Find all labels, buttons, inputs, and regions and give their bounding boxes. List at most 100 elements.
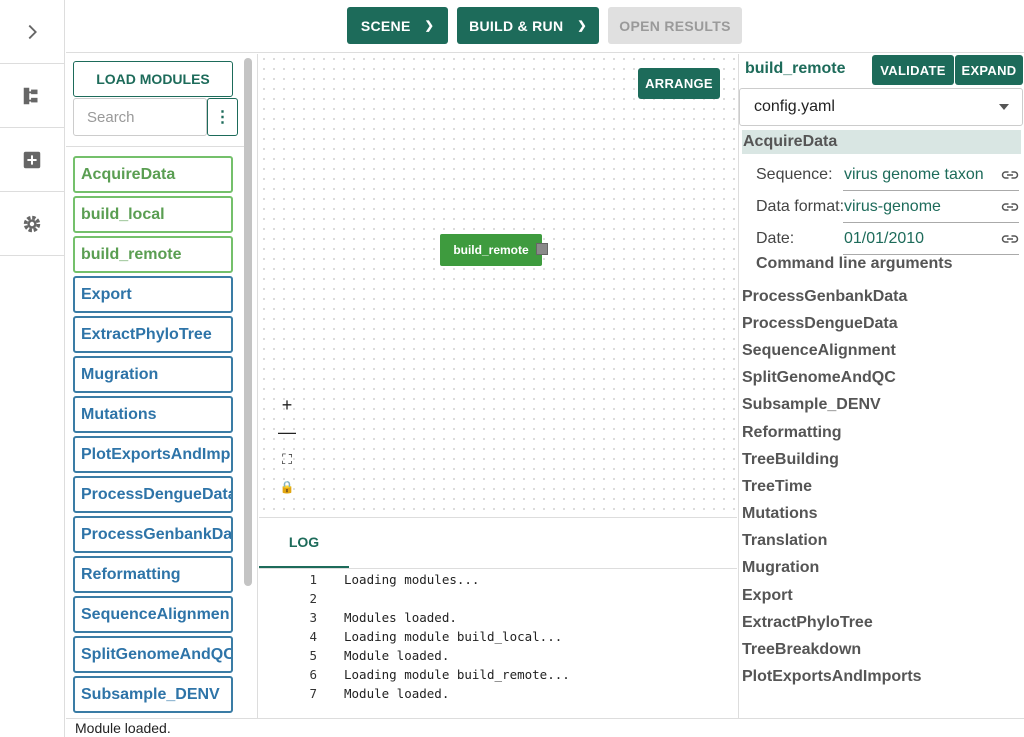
graph-node-build-remote[interactable]: build_remote xyxy=(440,234,542,266)
tree-view-button[interactable] xyxy=(0,64,64,128)
tab-log[interactable]: LOG xyxy=(259,518,349,568)
open-results-button[interactable]: OPEN RESULTS xyxy=(608,7,742,44)
log-line: 3 Modules loaded. xyxy=(259,608,570,627)
node-port[interactable] xyxy=(536,243,548,255)
module-button[interactable]: Mugration xyxy=(73,356,233,393)
rule-section[interactable]: SequenceAlignment xyxy=(742,337,922,364)
module-button[interactable]: SequenceAlignmen xyxy=(73,596,233,633)
param-value-input[interactable]: virus-genome xyxy=(844,198,994,216)
param-label: Sequence: xyxy=(756,166,833,183)
log-line: 7 Module loaded. xyxy=(259,684,570,703)
section-header-acquiredata[interactable]: AcquireData xyxy=(742,130,1021,154)
status-bar: Module loaded. xyxy=(66,718,1024,737)
param-value-input[interactable]: virus genome taxon xyxy=(844,166,994,184)
log-text: Loading module build_local... xyxy=(344,629,563,644)
chevron-down-icon: ❯ xyxy=(424,20,435,32)
build-run-menu-button[interactable]: BUILD & RUN ❯ xyxy=(457,7,599,44)
rule-section[interactable]: ProcessDengueData xyxy=(742,310,922,337)
rule-section[interactable]: Export xyxy=(742,582,922,609)
log-text: Loading modules... xyxy=(344,572,480,587)
chevron-right-icon xyxy=(28,24,37,39)
log-panel: LOG 1 Loading modules... 2 3 Modules loaded.… xyxy=(259,517,737,718)
module-button[interactable]: Reformatting xyxy=(73,556,233,593)
log-line: 1 Loading modules... xyxy=(259,570,570,589)
log-line: 2 xyxy=(259,589,570,608)
module-button[interactable]: ProcessGenbankDa xyxy=(73,516,233,553)
command-line-arguments[interactable]: Command line arguments xyxy=(756,255,952,273)
module-button[interactable]: AcquireData xyxy=(73,156,233,193)
rule-section[interactable]: TreeBreakdown xyxy=(742,636,922,663)
rule-section[interactable]: TreeTime xyxy=(742,473,922,500)
rule-section[interactable]: ExtractPhyloTree xyxy=(742,609,922,636)
log-line: 4 Loading module build_local... xyxy=(259,627,570,646)
divider xyxy=(66,146,246,147)
search-input[interactable]: Search xyxy=(73,98,207,136)
left-rail xyxy=(0,0,65,737)
module-button[interactable]: build_local xyxy=(73,196,233,233)
line-number: 3 xyxy=(309,610,317,625)
arrange-button[interactable]: ARRANGE xyxy=(638,68,720,99)
rule-list: ProcessGenbankData ProcessDengueData Seque… xyxy=(742,283,922,691)
line-number: 7 xyxy=(309,686,317,701)
rule-section[interactable]: Subsample_DENV xyxy=(742,392,922,419)
rule-section[interactable]: Reformatting xyxy=(742,419,922,446)
scene-menu-button[interactable]: SCENE ❯ xyxy=(347,7,448,44)
expand-button[interactable]: EXPAND xyxy=(955,55,1023,85)
scrollbar[interactable] xyxy=(244,58,252,586)
add-button[interactable] xyxy=(0,128,64,192)
fit-view-icon[interactable]: ⛶ xyxy=(273,446,301,473)
rule-section[interactable]: ProcessGenbankData xyxy=(742,283,922,310)
rule-section[interactable]: Mutations xyxy=(742,501,922,528)
line-number: 1 xyxy=(309,572,317,587)
settings-button[interactable] xyxy=(0,192,64,256)
graph-canvas[interactable]: ARRANGE build_remote + — ⛶ 🔒 xyxy=(259,54,737,516)
load-modules-button[interactable]: LOAD MODULES xyxy=(73,61,233,97)
link-icon[interactable] xyxy=(1001,168,1019,182)
top-toolbar: SCENE ❯ BUILD & RUN ❯ OPEN RESULTS xyxy=(66,0,1024,53)
modules-panel: LOAD MODULES Search ⋮ AcquireData build_l… xyxy=(66,54,258,718)
zoom-in-icon[interactable]: + xyxy=(273,392,301,419)
config-title: build_remote xyxy=(745,60,846,77)
param-value-input[interactable]: 01/01/2010 xyxy=(844,230,994,248)
rule-section[interactable]: Mugration xyxy=(742,555,922,582)
input-underline xyxy=(843,190,1019,191)
module-button[interactable]: Export xyxy=(73,276,233,313)
tree-icon xyxy=(23,87,38,104)
gear-icon xyxy=(23,215,41,232)
more-options-icon[interactable]: ⋮ xyxy=(207,98,238,136)
log-output: 1 Loading modules... 2 3 Modules loaded. 4 Loa… xyxy=(259,570,570,703)
log-text: Module loaded. xyxy=(344,648,450,663)
expand-rail-button[interactable] xyxy=(0,0,64,64)
zoom-out-icon[interactable]: — xyxy=(273,419,301,446)
line-number: 5 xyxy=(309,648,317,663)
validate-button[interactable]: VALIDATE xyxy=(872,55,954,85)
log-line: 6 Loading module build_remote... xyxy=(259,665,569,684)
config-param: Date: 01/01/2010 xyxy=(756,224,1019,255)
lock-icon[interactable]: 🔒 xyxy=(273,473,301,500)
module-button[interactable]: build_remote xyxy=(73,236,233,273)
config-param: Data format: virus-genome xyxy=(756,192,1019,223)
dropdown-caret-icon xyxy=(999,104,1009,110)
chevron-down-icon: ❯ xyxy=(577,20,587,32)
line-number: 2 xyxy=(309,591,317,606)
param-label: Date: xyxy=(756,230,795,247)
module-button[interactable]: SplitGenomeAndQC xyxy=(73,636,233,673)
rule-section[interactable]: Translation xyxy=(742,528,922,555)
module-button[interactable]: ProcessDengueData xyxy=(73,476,233,513)
config-file-select[interactable]: config.yaml xyxy=(739,88,1023,126)
log-text: Modules loaded. xyxy=(344,610,457,625)
rule-section[interactable]: TreeBuilding xyxy=(742,446,922,473)
divider xyxy=(259,568,737,569)
module-list: AcquireData build_local build_remote Export… xyxy=(73,156,233,716)
module-button[interactable]: Subsample_DENV xyxy=(73,676,233,713)
config-panel: build_remote VALIDATE EXPAND config.yaml… xyxy=(738,54,1024,718)
module-button[interactable]: ExtractPhyloTree xyxy=(73,316,233,353)
module-button[interactable]: PlotExportsAndImp xyxy=(73,436,233,473)
line-number: 4 xyxy=(309,629,317,644)
rule-section[interactable]: SplitGenomeAndQC xyxy=(742,365,922,392)
rule-section[interactable]: PlotExportsAndImports xyxy=(742,664,922,691)
module-button[interactable]: Mutations xyxy=(73,396,233,433)
link-icon[interactable] xyxy=(1001,232,1019,246)
log-line: 5 Module loaded. xyxy=(259,646,570,665)
link-icon[interactable] xyxy=(1001,200,1019,214)
